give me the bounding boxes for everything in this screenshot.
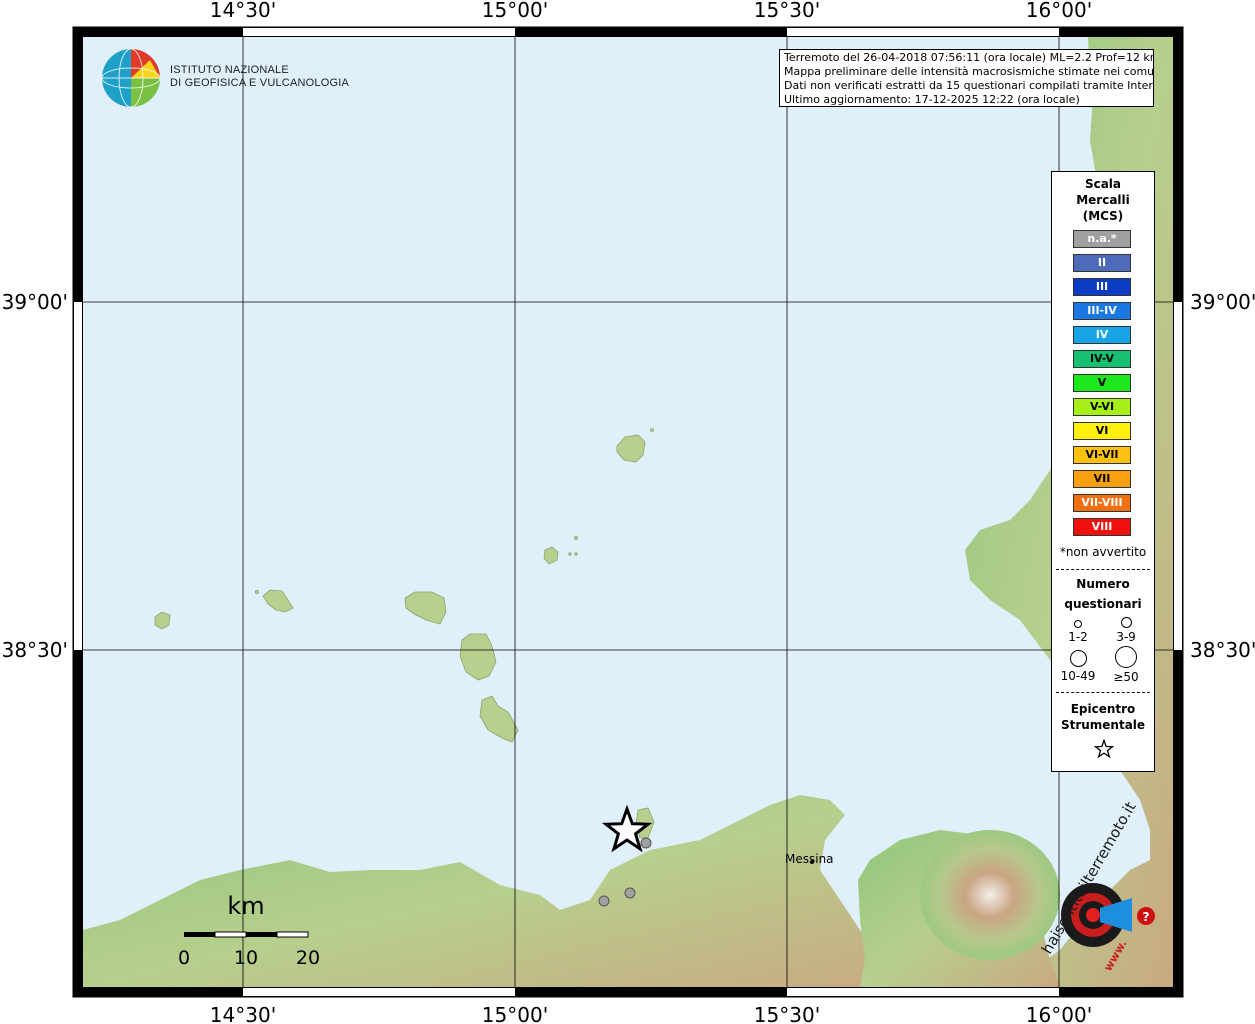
info-line2: Mappa preliminare delle intensità macros… [784,65,1154,78]
info-line3: Dati non verificati estratti da 15 quest… [784,79,1154,92]
point-na [598,895,610,907]
point-na [624,887,636,899]
axis-top-3: 15°30' [754,0,820,22]
legend-swatch-v: V [1073,374,1131,392]
event-info-box: Terremoto del 26-04-2018 07:56:11 (ora l… [779,49,1154,107]
legend-swatch-vii: VII [1073,470,1131,488]
legend-epicenter-title: Epicentro Strumentale [1060,702,1146,732]
legend-separator [1056,692,1150,693]
legend: Scala Mercalli (MCS) n.a.* II III III-IV IV I… [1051,171,1155,772]
legend-na-note: *non avvertito [1059,545,1147,559]
axis-right-2: 38°30' [1190,638,1255,662]
size-1-2-icon [1074,620,1082,628]
legend-swatch-vi: VI [1073,422,1131,440]
ingv-logo-icon [101,48,161,108]
axis-top-2: 15°00' [482,0,548,22]
legend-swatch-vii-viii: VII-VIII [1073,494,1131,512]
axis-top-1: 14°30' [210,0,276,22]
legend-swatch-v-vi: V-VI [1073,398,1131,416]
ingv-line2: DI GEOFISICA E VULCANOLOGIA [170,77,349,89]
scale-tick-0: 0 [178,947,190,969]
axis-left-1: 39°00' [2,290,68,314]
ingv-line1: ISTITUTO NAZIONALE [170,64,289,76]
axis-left-2: 38°30' [2,638,68,662]
legend-swatch-viii: VIII [1073,518,1131,536]
scale-tick-10: 10 [234,947,258,969]
legend-swatch-iii: III [1073,278,1131,296]
legend-swatch-ii: II [1073,254,1131,272]
count-50: ≥50 [1113,670,1139,684]
count-1-2: 1-2 [1068,630,1088,644]
axis-bottom-3: 15°30' [754,1003,820,1024]
axis-right-1: 39°00' [1190,290,1255,314]
place-messina: Messina [785,852,834,866]
svg-text:?: ? [1143,910,1150,924]
legend-count-title: Numero questionari [1064,577,1142,611]
info-line4: Ultimo aggiornamento: 17-12-2025 12:22 (… [784,93,1080,106]
legend-swatch-iv-v: IV-V [1073,350,1131,368]
legend-swatch-vi-vii: VI-VII [1073,446,1131,464]
axis-bottom-4: 16°00' [1026,1003,1092,1024]
size-3-9-icon [1121,617,1132,628]
axis-bottom-2: 15°00' [482,1003,548,1024]
point-na [640,837,652,849]
scale-tick-20: 20 [296,947,320,969]
legend-separator [1056,569,1150,570]
legend-title: Scala Mercalli (MCS) [1076,177,1130,223]
size-10-49-icon [1070,650,1087,667]
info-line1: Terremoto del 26-04-2018 07:56:11 (ora l… [784,51,1154,64]
count-10-49: 10-49 [1060,669,1096,683]
ingv-logo-text: ISTITUTO NAZIONALE DI GEOFISICA E VULCAN… [170,64,349,90]
count-3-9: 3-9 [1116,630,1136,644]
axis-bottom-1: 14°30' [210,1003,276,1024]
epicenter-legend-icon [1094,739,1114,759]
legend-swatch-iii-iv: III-IV [1073,302,1131,320]
etna [920,830,1060,960]
legend-swatch-iv: IV [1073,326,1131,344]
size-50-icon [1115,646,1137,668]
scale-unit: km [227,892,264,920]
axis-top-4: 16°00' [1026,0,1092,22]
legend-swatch-n-a: n.a.* [1073,230,1131,248]
